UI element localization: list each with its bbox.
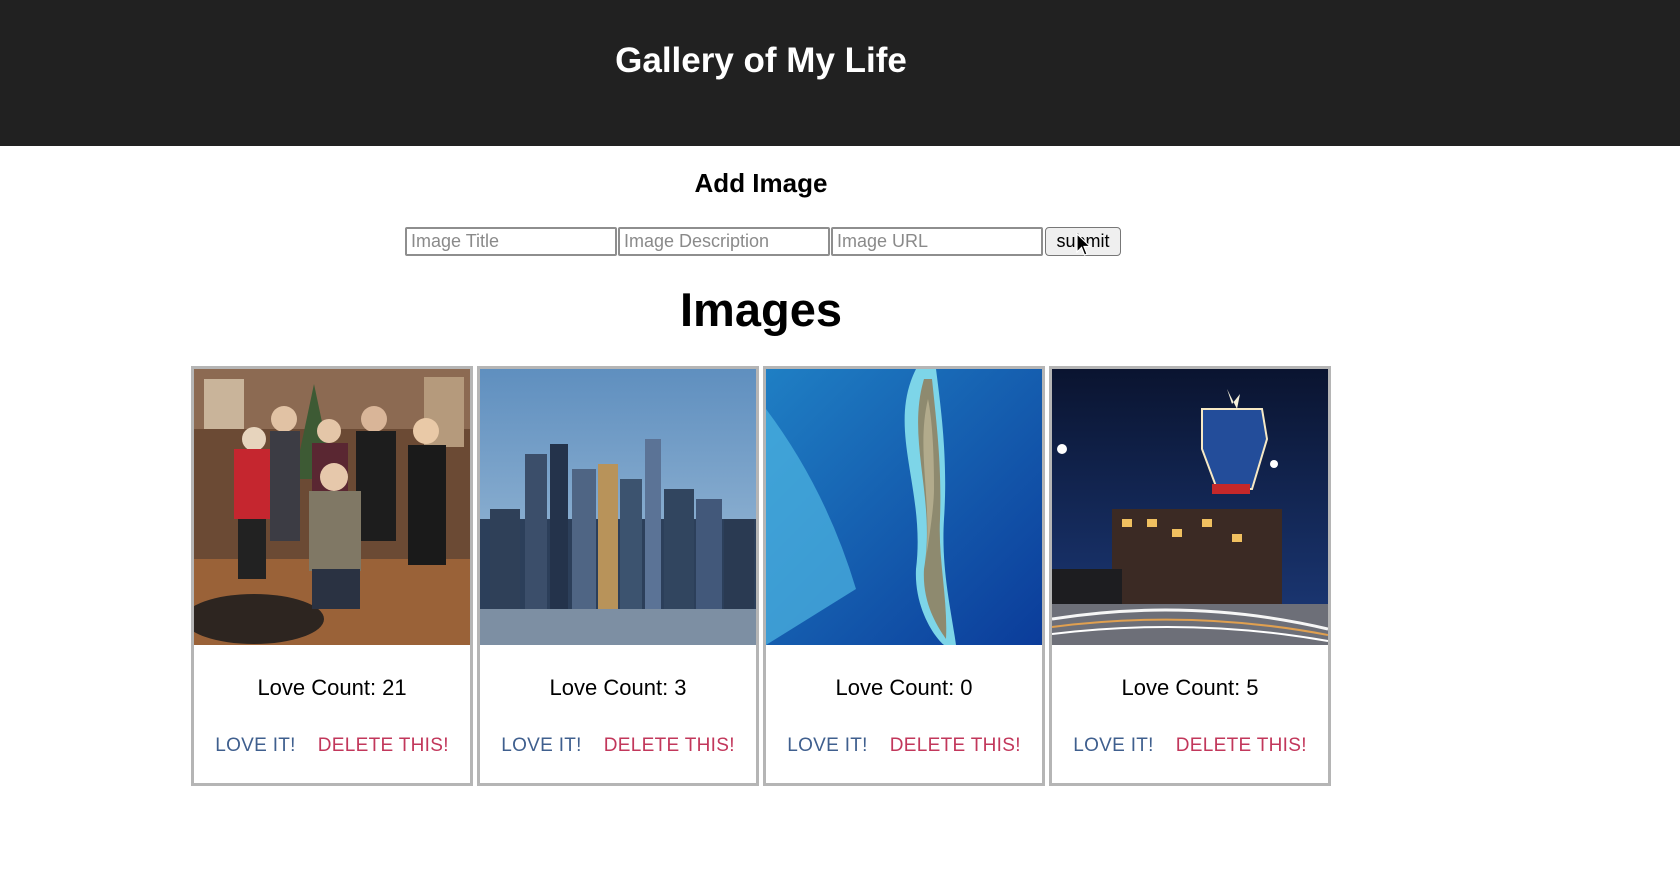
- love-count-label: Love Count:: [835, 675, 955, 700]
- love-it-button[interactable]: LOVE IT!: [787, 735, 868, 757]
- image-description-input[interactable]: [618, 227, 830, 256]
- family-photo-image: [194, 369, 470, 645]
- image-card: Love Count: 21 LOVE IT! DELETE THIS!: [191, 366, 473, 786]
- city-skyline-image: [480, 369, 756, 645]
- image-card: Love Count: 5 LOVE IT! DELETE THIS!: [1049, 366, 1331, 786]
- portland-sign-image: [1052, 369, 1328, 645]
- love-count-value: 0: [960, 675, 973, 700]
- image-card: Love Count: 3 LOVE IT! DELETE THIS!: [477, 366, 759, 786]
- island-aerial-image: [766, 369, 1042, 645]
- love-count-value: 21: [382, 675, 407, 700]
- love-count-value: 5: [1246, 675, 1259, 700]
- gallery-image[interactable]: [1052, 369, 1328, 645]
- love-it-button[interactable]: LOVE IT!: [215, 735, 296, 757]
- love-count: Love Count: 0: [766, 675, 1042, 701]
- page: Gallery of My Life Add Image submit Imag…: [0, 0, 1680, 894]
- love-count-label: Love Count:: [1121, 675, 1241, 700]
- add-image-heading: Add Image: [694, 168, 828, 198]
- add-image-form: submit: [405, 227, 1121, 256]
- love-it-button[interactable]: LOVE IT!: [501, 735, 582, 757]
- card-actions: LOVE IT! DELETE THIS!: [194, 735, 470, 757]
- gallery-image[interactable]: [766, 369, 1042, 645]
- image-grid: Love Count: 21 LOVE IT! DELETE THIS! Lov…: [191, 366, 1331, 786]
- app-header: Gallery of My Life: [0, 0, 1680, 146]
- card-actions: LOVE IT! DELETE THIS!: [1052, 735, 1328, 757]
- love-count: Love Count: 5: [1052, 675, 1328, 701]
- delete-button[interactable]: DELETE THIS!: [318, 735, 449, 757]
- arrow-cursor-icon: [1076, 233, 1092, 256]
- image-url-input[interactable]: [831, 227, 1043, 256]
- card-actions: LOVE IT! DELETE THIS!: [480, 735, 756, 757]
- app-title: Gallery of My Life: [615, 41, 907, 80]
- delete-button[interactable]: DELETE THIS!: [604, 735, 735, 757]
- delete-button[interactable]: DELETE THIS!: [890, 735, 1021, 757]
- delete-button[interactable]: DELETE THIS!: [1176, 735, 1307, 757]
- images-heading: Images: [680, 283, 842, 336]
- love-count: Love Count: 3: [480, 675, 756, 701]
- image-title-input[interactable]: [405, 227, 617, 256]
- image-card: Love Count: 0 LOVE IT! DELETE THIS!: [763, 366, 1045, 786]
- card-actions: LOVE IT! DELETE THIS!: [766, 735, 1042, 757]
- gallery-image[interactable]: [480, 369, 756, 645]
- gallery-image[interactable]: [194, 369, 470, 645]
- love-count-label: Love Count:: [549, 675, 669, 700]
- love-count-label: Love Count:: [257, 675, 377, 700]
- love-it-button[interactable]: LOVE IT!: [1073, 735, 1154, 757]
- love-count: Love Count: 21: [194, 675, 470, 701]
- love-count-value: 3: [674, 675, 687, 700]
